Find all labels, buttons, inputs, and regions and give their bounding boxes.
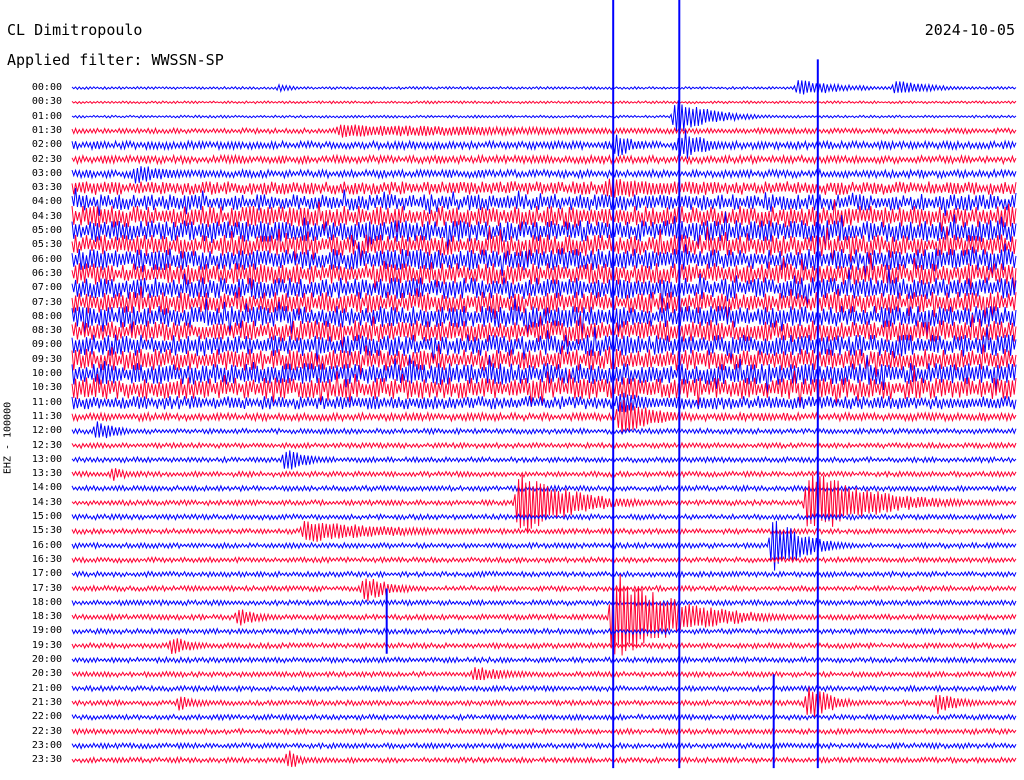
trace-row [71,713,1017,722]
trace-row [71,687,1017,717]
trace-row [71,684,1017,693]
trace-row [71,578,1017,602]
trace-row [71,474,1017,532]
trace-row [71,468,1017,481]
trace-row [71,598,1017,607]
trace-row [71,521,1017,542]
trace-row [71,421,1017,439]
trace-row [71,124,1017,138]
trace-row [71,100,1017,105]
trace-row [71,298,1017,337]
trace-row [71,655,1017,665]
trace-row [71,750,1017,768]
trace-row [71,441,1017,450]
trace-row [71,555,1017,565]
trace-row [71,667,1017,681]
trace-row [71,741,1017,751]
trace-row [71,177,1017,198]
trace-row [71,211,1017,251]
trace-row [71,627,1017,636]
trace-row [71,392,1017,413]
helicorder-plot [71,0,1017,769]
trace-row [71,638,1017,654]
trace-row [71,226,1017,265]
trace-row [71,269,1017,308]
trace-row [71,166,1017,184]
trace-row [71,368,1017,407]
trace-row [71,354,1017,394]
trace-row [71,450,1017,470]
trace-row [71,570,1017,579]
trace-row [71,153,1017,166]
trace-row [71,80,1017,95]
trace-row [71,727,1017,736]
trace-row [71,512,1017,522]
trace-row [71,314,1017,351]
